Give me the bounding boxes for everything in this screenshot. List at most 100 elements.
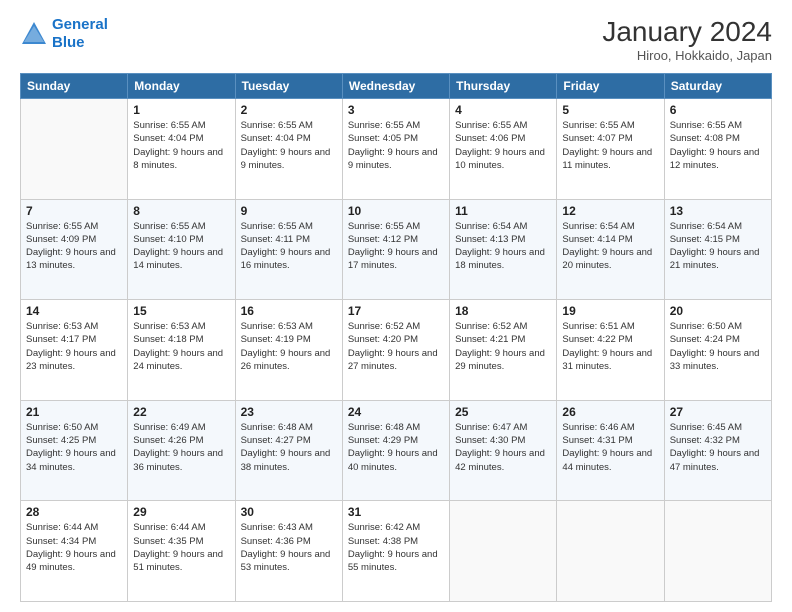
month-title: January 2024 — [602, 16, 772, 48]
calendar-cell: 14 Sunrise: 6:53 AMSunset: 4:17 PMDayligh… — [21, 300, 128, 401]
day-number: 2 — [241, 103, 337, 117]
day-info: Sunrise: 6:53 AMSunset: 4:18 PMDaylight:… — [133, 320, 229, 373]
day-info: Sunrise: 6:54 AMSunset: 4:14 PMDaylight:… — [562, 220, 658, 273]
page: General Blue January 2024 Hiroo, Hokkaid… — [0, 0, 792, 612]
header: General Blue January 2024 Hiroo, Hokkaid… — [20, 16, 772, 63]
day-info: Sunrise: 6:54 AMSunset: 4:13 PMDaylight:… — [455, 220, 551, 273]
calendar-week-4: 21Sunrise: 6:50 AMSunset: 4:25 PMDayligh… — [21, 400, 772, 501]
day-number: 4 — [455, 103, 551, 117]
calendar-week-5: 28 Sunrise: 6:44 AMSunset: 4:34 PMDayligh… — [21, 501, 772, 602]
calendar-cell: 11 Sunrise: 6:54 AMSunset: 4:13 PMDayligh… — [450, 199, 557, 300]
calendar-cell: 17 Sunrise: 6:52 AMSunset: 4:20 PMDayligh… — [342, 300, 449, 401]
day-number: 26 — [562, 405, 658, 419]
day-number: 16 — [241, 304, 337, 318]
calendar-week-2: 7 Sunrise: 6:55 AMSunset: 4:09 PMDaylight… — [21, 199, 772, 300]
day-number: 25 — [455, 405, 551, 419]
day-info: Sunrise: 6:55 AMSunset: 4:12 PMDaylight:… — [348, 220, 444, 273]
calendar-cell: 23 Sunrise: 6:48 AMSunset: 4:27 PMDayligh… — [235, 400, 342, 501]
day-number: 1 — [133, 103, 229, 117]
day-header-thursday: Thursday — [450, 74, 557, 99]
calendar-cell: 9Sunrise: 6:55 AMSunset: 4:11 PMDaylight… — [235, 199, 342, 300]
day-info: Sunrise: 6:44 AMSunset: 4:35 PMDaylight:… — [133, 521, 229, 574]
calendar-table: SundayMondayTuesdayWednesdayThursdayFrid… — [20, 73, 772, 602]
calendar-cell: 16 Sunrise: 6:53 AMSunset: 4:19 PMDayligh… — [235, 300, 342, 401]
day-header-wednesday: Wednesday — [342, 74, 449, 99]
day-info: Sunrise: 6:50 AMSunset: 4:25 PMDaylight:… — [26, 421, 122, 474]
title-area: January 2024 Hiroo, Hokkaido, Japan — [602, 16, 772, 63]
day-number: 13 — [670, 204, 766, 218]
calendar-cell: 3 Sunrise: 6:55 AMSunset: 4:05 PMDaylight… — [342, 99, 449, 200]
calendar-cell: 10 Sunrise: 6:55 AMSunset: 4:12 PMDayligh… — [342, 199, 449, 300]
calendar-cell: 15 Sunrise: 6:53 AMSunset: 4:18 PMDayligh… — [128, 300, 235, 401]
day-number: 12 — [562, 204, 658, 218]
day-number: 3 — [348, 103, 444, 117]
calendar-header-row: SundayMondayTuesdayWednesdayThursdayFrid… — [21, 74, 772, 99]
day-header-tuesday: Tuesday — [235, 74, 342, 99]
logo-text: General Blue — [52, 16, 108, 52]
calendar-cell: 6Sunrise: 6:55 AMSunset: 4:08 PMDaylight… — [664, 99, 771, 200]
day-info: Sunrise: 6:52 AMSunset: 4:20 PMDaylight:… — [348, 320, 444, 373]
day-number: 29 — [133, 505, 229, 519]
day-number: 7 — [26, 204, 122, 218]
day-header-sunday: Sunday — [21, 74, 128, 99]
day-number: 17 — [348, 304, 444, 318]
day-number: 15 — [133, 304, 229, 318]
logo-line2: Blue — [52, 34, 85, 51]
day-number: 23 — [241, 405, 337, 419]
logo-line1: General — [52, 16, 108, 33]
day-info: Sunrise: 6:54 AMSunset: 4:15 PMDaylight:… — [670, 220, 766, 273]
day-info: Sunrise: 6:55 AMSunset: 4:07 PMDaylight:… — [562, 119, 658, 172]
logo-icon — [20, 20, 48, 48]
calendar-cell: 12 Sunrise: 6:54 AMSunset: 4:14 PMDayligh… — [557, 199, 664, 300]
day-info: Sunrise: 6:45 AMSunset: 4:32 PMDaylight:… — [670, 421, 766, 474]
day-header-monday: Monday — [128, 74, 235, 99]
calendar-cell: 19 Sunrise: 6:51 AMSunset: 4:22 PMDayligh… — [557, 300, 664, 401]
calendar-cell — [664, 501, 771, 602]
day-info: Sunrise: 6:48 AMSunset: 4:27 PMDaylight:… — [241, 421, 337, 474]
calendar-cell: 27 Sunrise: 6:45 AMSunset: 4:32 PMDayligh… — [664, 400, 771, 501]
day-number: 9 — [241, 204, 337, 218]
calendar-cell: 31Sunrise: 6:42 AMSunset: 4:38 PMDayligh… — [342, 501, 449, 602]
day-info: Sunrise: 6:43 AMSunset: 4:36 PMDaylight:… — [241, 521, 337, 574]
logo: General Blue — [20, 16, 108, 52]
day-info: Sunrise: 6:46 AMSunset: 4:31 PMDaylight:… — [562, 421, 658, 474]
calendar-week-3: 14 Sunrise: 6:53 AMSunset: 4:17 PMDayligh… — [21, 300, 772, 401]
day-number: 18 — [455, 304, 551, 318]
day-header-friday: Friday — [557, 74, 664, 99]
day-number: 28 — [26, 505, 122, 519]
calendar-cell: 18 Sunrise: 6:52 AMSunset: 4:21 PMDayligh… — [450, 300, 557, 401]
day-info: Sunrise: 6:55 AMSunset: 4:04 PMDaylight:… — [133, 119, 229, 172]
calendar-cell: 26 Sunrise: 6:46 AMSunset: 4:31 PMDayligh… — [557, 400, 664, 501]
calendar-week-1: 1 Sunrise: 6:55 AMSunset: 4:04 PMDaylight… — [21, 99, 772, 200]
day-info: Sunrise: 6:49 AMSunset: 4:26 PMDaylight:… — [133, 421, 229, 474]
calendar-cell: 30Sunrise: 6:43 AMSunset: 4:36 PMDayligh… — [235, 501, 342, 602]
day-info: Sunrise: 6:55 AMSunset: 4:06 PMDaylight:… — [455, 119, 551, 172]
day-info: Sunrise: 6:55 AMSunset: 4:04 PMDaylight:… — [241, 119, 337, 172]
day-number: 6 — [670, 103, 766, 117]
day-number: 10 — [348, 204, 444, 218]
day-info: Sunrise: 6:44 AMSunset: 4:34 PMDaylight:… — [26, 521, 122, 574]
day-number: 20 — [670, 304, 766, 318]
day-number: 24 — [348, 405, 444, 419]
day-header-saturday: Saturday — [664, 74, 771, 99]
day-info: Sunrise: 6:55 AMSunset: 4:05 PMDaylight:… — [348, 119, 444, 172]
day-number: 19 — [562, 304, 658, 318]
calendar-cell: 25Sunrise: 6:47 AMSunset: 4:30 PMDayligh… — [450, 400, 557, 501]
day-number: 27 — [670, 405, 766, 419]
calendar-cell: 22Sunrise: 6:49 AMSunset: 4:26 PMDayligh… — [128, 400, 235, 501]
day-info: Sunrise: 6:53 AMSunset: 4:17 PMDaylight:… — [26, 320, 122, 373]
calendar-cell: 4 Sunrise: 6:55 AMSunset: 4:06 PMDaylight… — [450, 99, 557, 200]
calendar-cell: 13 Sunrise: 6:54 AMSunset: 4:15 PMDayligh… — [664, 199, 771, 300]
day-info: Sunrise: 6:51 AMSunset: 4:22 PMDaylight:… — [562, 320, 658, 373]
day-info: Sunrise: 6:53 AMSunset: 4:19 PMDaylight:… — [241, 320, 337, 373]
day-info: Sunrise: 6:48 AMSunset: 4:29 PMDaylight:… — [348, 421, 444, 474]
day-info: Sunrise: 6:55 AMSunset: 4:09 PMDaylight:… — [26, 220, 122, 273]
day-number: 14 — [26, 304, 122, 318]
day-info: Sunrise: 6:52 AMSunset: 4:21 PMDaylight:… — [455, 320, 551, 373]
day-number: 11 — [455, 204, 551, 218]
calendar-cell: 24 Sunrise: 6:48 AMSunset: 4:29 PMDayligh… — [342, 400, 449, 501]
day-number: 5 — [562, 103, 658, 117]
calendar-cell — [557, 501, 664, 602]
calendar-cell: 29 Sunrise: 6:44 AMSunset: 4:35 PMDayligh… — [128, 501, 235, 602]
calendar-body: 1 Sunrise: 6:55 AMSunset: 4:04 PMDaylight… — [21, 99, 772, 602]
